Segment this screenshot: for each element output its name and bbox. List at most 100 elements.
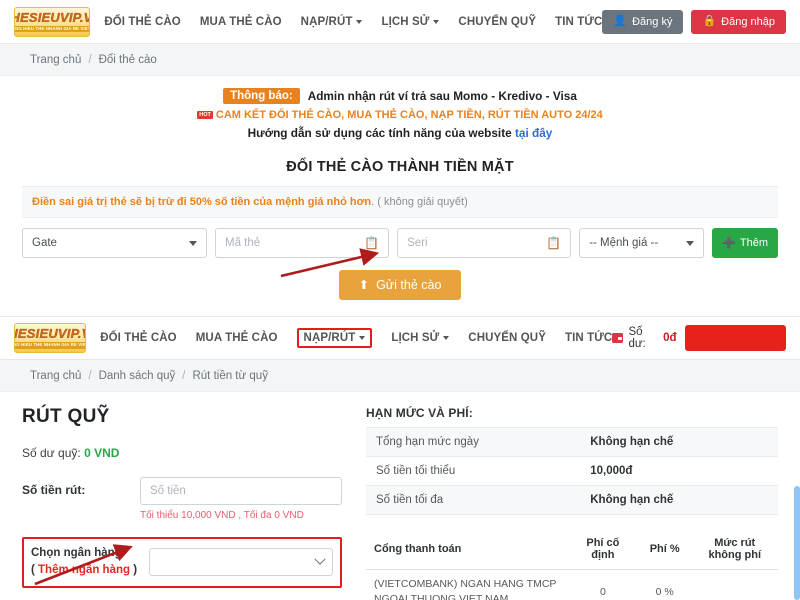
card-code-placeholder: Mã thẻ xyxy=(225,237,261,249)
card-code-input[interactable]: Mã thẻ 📋 xyxy=(215,228,390,258)
balance-value: 0đ xyxy=(663,332,677,344)
guide-link[interactable]: tại đây xyxy=(515,126,552,140)
logo-tagline: TRUONG HIEU THE NHANH GIA RE VIET NAM xyxy=(15,342,86,349)
add-card-button[interactable]: ➕ Thêm xyxy=(712,228,779,258)
site-logo-2[interactable]: THESIEUVIP.VN TRUONG HIEU THE NHANH GIA … xyxy=(14,323,87,353)
bank-select-dropdown[interactable] xyxy=(149,548,333,577)
limit-value: Không hạn chế xyxy=(580,485,778,515)
limits-table: Tổng hạn mức ngày Không hạn chế Số tiền … xyxy=(366,427,778,515)
vertical-scrollbar-thumb[interactable] xyxy=(794,486,800,600)
breadcrumb2-item-current[interactable]: Rút tiền từ quỹ xyxy=(192,370,267,382)
denomination-value: -- Mệnh giá -- xyxy=(589,237,659,249)
gate-select[interactable]: Gate xyxy=(22,228,207,258)
exchange-warning: Điền sai giá trị thẻ sẽ bị trừ đi 50% số… xyxy=(22,186,778,218)
gate-select-value: Gate xyxy=(32,237,57,249)
nav2-item-nap-rut-highlighted[interactable]: NẠP/RÚT xyxy=(296,328,373,348)
site-logo[interactable]: THESIEUVIP.VN TRUONG HIEU THE NHANH GIA … xyxy=(14,6,91,37)
col-fixed-fee: Phí cố định xyxy=(567,529,638,570)
nav-item-nap-rut[interactable]: NẠP/RÚT xyxy=(301,16,363,28)
chevron-down-icon xyxy=(443,336,450,340)
bank-add-suffix: ) xyxy=(130,564,138,577)
nav2-item-tin-tuc[interactable]: TIN TỨC xyxy=(565,332,612,344)
nav2-item-lich-su[interactable]: LỊCH SỬ xyxy=(391,332,450,344)
amount-input[interactable]: Số tiền xyxy=(140,477,342,505)
lock-icon: 🔒 xyxy=(702,15,717,27)
logo-text: THESIEUVIP.VN xyxy=(15,326,85,342)
login-button[interactable]: 🔒 Đăng nhập xyxy=(691,9,786,34)
page-title: RÚT QUỸ xyxy=(22,406,110,427)
breadcrumb-separator: / xyxy=(182,369,186,382)
breadcrumb2-item-home[interactable]: Trang chủ xyxy=(30,370,81,382)
clipboard-paste-icon[interactable]: 📋 xyxy=(364,236,379,250)
add-label: Thêm xyxy=(739,237,769,249)
fund-balance-label: Số dư quỹ: xyxy=(22,446,81,460)
nav-item-chuyen-quy[interactable]: CHUYỂN QUỸ xyxy=(458,16,536,28)
nav-item-mua-the-cao[interactable]: MUA THẺ CÀO xyxy=(200,16,282,28)
bank-add-prefix: ( xyxy=(31,564,39,577)
breadcrumb-item-current[interactable]: Đổi thẻ cào xyxy=(99,54,157,66)
nav-item-tin-tuc[interactable]: TIN TỨC xyxy=(555,16,602,28)
submit-card-row: ⬆ Gửi thẻ cào xyxy=(0,270,800,300)
limit-label: Tổng hạn mức ngày xyxy=(366,427,581,457)
nav-label: CHUYỂN QUỸ xyxy=(458,15,537,28)
breadcrumb-item-home[interactable]: Trang chủ xyxy=(30,54,81,66)
amount-label: Số tiền rút: xyxy=(22,483,86,497)
amount-field-col: Số tiền Tối thiểu 10,000 VND , Tối đa 0 … xyxy=(140,477,342,521)
table-row: Số tiền tối thiểu 10,000đ xyxy=(366,456,778,486)
announcement-block: Thông báo: Admin nhận rút ví trả sau Mom… xyxy=(0,76,800,146)
percent-fee: 0 % xyxy=(637,569,692,600)
limits-and-fees-panel: HẠN MỨC VÀ PHÍ: Tổng hạn mức ngày Không … xyxy=(366,406,778,600)
logo-text: THESIEUVIP.VN xyxy=(15,9,89,25)
nav-label: NẠP/RÚT xyxy=(303,332,356,344)
hot-badge-icon: HOT xyxy=(197,111,213,119)
nav2-item-doi-the-cao[interactable]: ĐỔI THẺ CÀO xyxy=(100,332,177,344)
main-nav-1: ĐỔI THẺ CÀO MUA THẺ CÀO NẠP/RÚT LỊCH SỬ … xyxy=(104,16,602,28)
nav-label: TIN TỨC xyxy=(555,15,603,28)
breadcrumb2-item-fund-list[interactable]: Danh sách quỹ xyxy=(99,370,176,382)
add-bank-link[interactable]: Thêm ngân hàng xyxy=(38,564,130,576)
chevron-down-icon xyxy=(356,19,363,24)
wallet-icon xyxy=(612,333,624,343)
serial-input[interactable]: Seri 📋 xyxy=(397,228,572,258)
chevron-down-icon xyxy=(189,240,197,246)
bank-add-line: ( Thêm ngân hàng ) xyxy=(31,562,141,579)
limit-value: Không hạn chế xyxy=(580,427,778,457)
balance-display[interactable]: Số dư: 0đ xyxy=(612,326,677,350)
nav2-item-chuyen-quy[interactable]: CHUYỂN QUỸ xyxy=(468,332,546,344)
table-row: Số tiền tối đa Không hạn chế xyxy=(366,485,778,515)
nav-item-doi-the-cao[interactable]: ĐỔI THẺ CÀO xyxy=(104,16,181,28)
nav-label: LỊCH SỬ xyxy=(381,15,430,28)
limit-value: 10,000đ xyxy=(580,456,778,486)
table-header-row: Cổng thanh toán Phí cố định Phí % Mức rú… xyxy=(366,529,778,570)
col-free-limit: Mức rút không phí xyxy=(691,529,778,570)
breadcrumb-separator: / xyxy=(88,369,92,382)
register-button[interactable]: 👤 Đăng ký xyxy=(602,9,684,34)
bank-label-group: Chọn ngân hàng ( Thêm ngân hàng ) xyxy=(31,545,141,580)
announcement-line-2: HOT CAM KẾT ĐỔI THẺ CÀO, MUA THẺ CÀO, NẠ… xyxy=(0,109,800,121)
plus-circle-icon: ➕ xyxy=(722,236,736,249)
table-row: (VIETCOMBANK) NGAN HANG TMCP NGOAI THUON… xyxy=(366,569,778,600)
nav2-item-mua-the-cao[interactable]: MUA THẺ CÀO xyxy=(196,332,278,344)
upload-icon: ⬆ xyxy=(358,277,370,292)
amount-field-row: Số tiền rút: Số tiền Tối thiểu 10,000 VN… xyxy=(22,477,342,521)
logo-tagline: TRUONG HIEU THE NHANH GIA RE VIET NAM xyxy=(15,25,90,33)
chevron-down-icon xyxy=(686,240,695,246)
exchange-form-row: Gate Mã thẻ 📋 Seri 📋 -- Mệnh giá -- ➕ Th… xyxy=(0,218,800,258)
nav-label: ĐỔI THẺ CÀO xyxy=(100,332,177,344)
breadcrumb-separator: / xyxy=(88,53,92,66)
clipboard-paste-icon[interactable]: 📋 xyxy=(546,236,561,250)
user-account-button[interactable] xyxy=(684,325,786,351)
submit-card-button[interactable]: ⬆ Gửi thẻ cào xyxy=(338,270,462,300)
nav-item-lich-su[interactable]: LỊCH SỬ xyxy=(381,15,440,28)
nav-label: MUA THẺ CÀO xyxy=(199,15,282,28)
amount-hint: Tối thiểu 10,000 VND , Tối đa 0 VND xyxy=(140,510,304,521)
user-icon: 👤 xyxy=(613,15,628,27)
fund-balance-value: 0 VND xyxy=(84,446,120,460)
breadcrumb-2: Trang chủ / Danh sách quỹ / Rút tiền từ … xyxy=(0,360,800,392)
amount-placeholder: Số tiền xyxy=(150,485,186,497)
announcement-line-3: Hướng dẫn sử dụng các tính năng của webs… xyxy=(0,126,800,140)
denomination-select[interactable]: -- Mệnh giá -- xyxy=(579,228,705,258)
notice-text-2: CAM KẾT ĐỔI THẺ CÀO, MUA THẺ CÀO, NẠP TI… xyxy=(215,109,603,121)
notice-text-1: Admin nhận rút ví trả sau Momo - Kredivo… xyxy=(307,89,577,103)
col-gateway: Cổng thanh toán xyxy=(366,529,568,570)
